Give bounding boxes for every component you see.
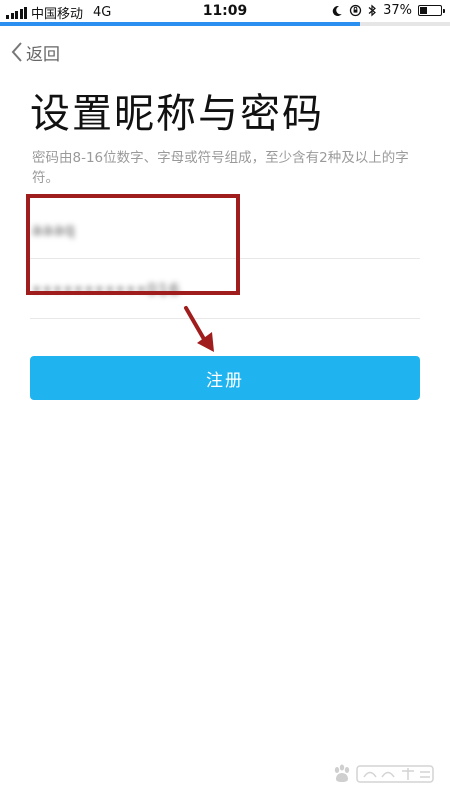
bluetooth-icon [368, 4, 377, 17]
nickname-value: aaaq [32, 220, 76, 239]
page-title: 设置昵称与密码 [30, 91, 324, 137]
rotation-lock-icon [349, 4, 362, 17]
page-progress-bar [0, 22, 450, 26]
back-button[interactable]: 返回 [10, 38, 60, 66]
battery-icon [418, 5, 445, 16]
battery-fill [420, 7, 428, 14]
password-rules-text: 密码由8-16位数字、字母或符号组成，至少含有2种及以上的字符。 [32, 150, 409, 186]
paw-icon [334, 764, 350, 782]
annotation-arrow-icon [184, 306, 214, 352]
status-bar: 中国移动 4G 11:09 37% [0, 0, 450, 22]
moon-icon [332, 5, 342, 16]
page-progress-fill [0, 22, 360, 26]
password-value: •••••••••••016 [32, 280, 181, 299]
status-right: 37% [331, 3, 445, 18]
chevron-left-icon [11, 42, 22, 62]
back-label: 返回 [26, 44, 60, 65]
baidu-jingyan-logo-icon [356, 765, 434, 783]
nickname-field[interactable]: aaaq [30, 200, 420, 259]
battery-percent: 37% [383, 3, 412, 18]
watermark-logo [330, 762, 436, 786]
register-button[interactable]: 注册 [30, 356, 420, 400]
